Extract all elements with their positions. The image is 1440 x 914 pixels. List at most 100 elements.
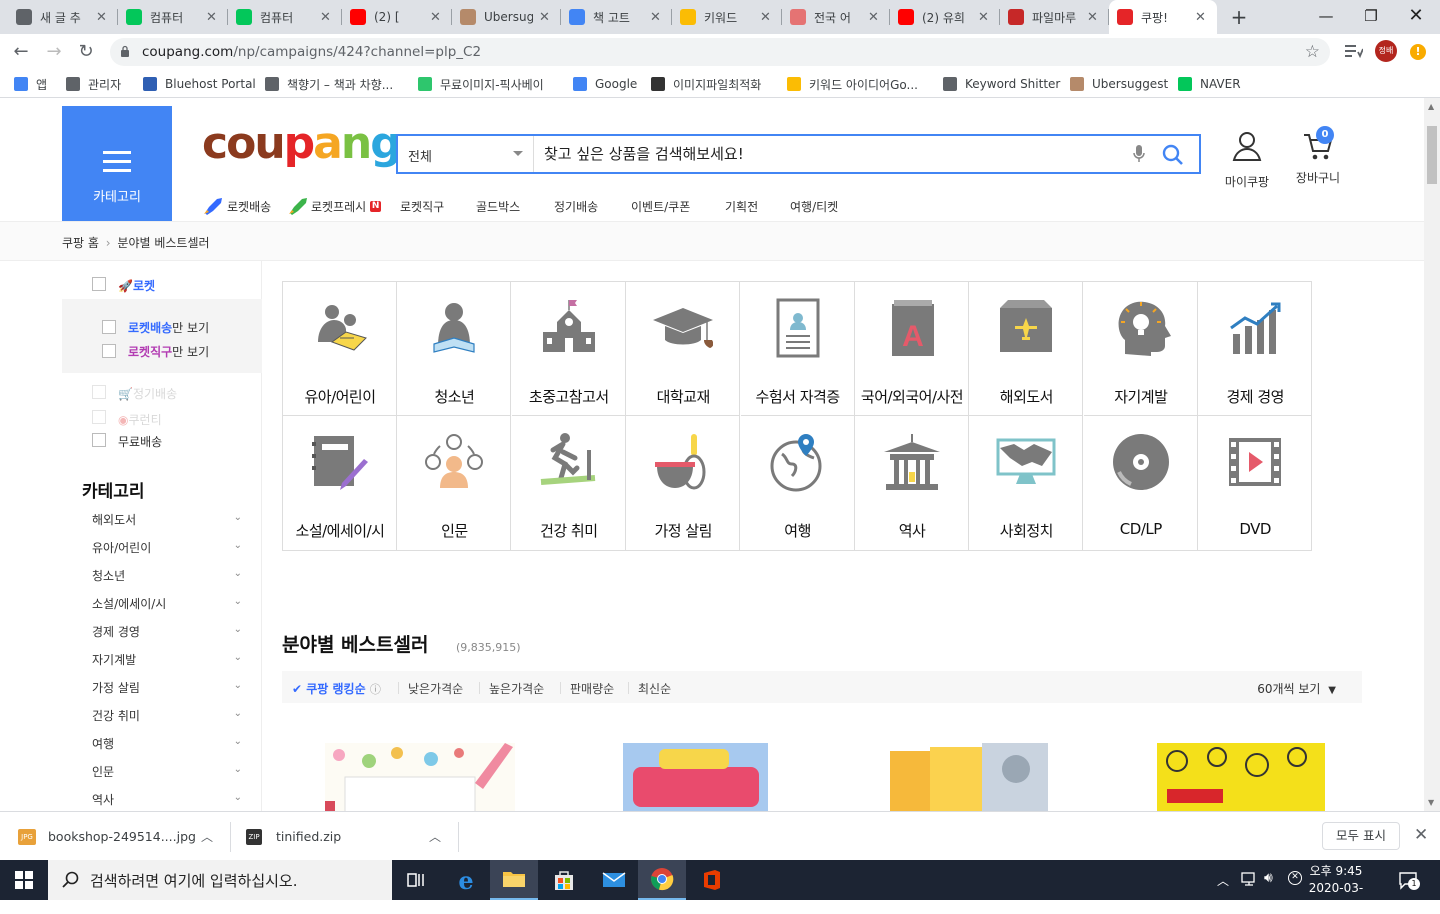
my-coupang-button[interactable]: 마이쿠팡 — [1222, 130, 1272, 190]
scrollbar-thumb[interactable] — [1427, 126, 1437, 184]
info-icon[interactable]: ⓘ — [370, 683, 381, 696]
sort-low-price[interactable]: 낮은가격순 — [408, 680, 463, 697]
chevron-up-icon[interactable]: ︿ — [201, 828, 213, 845]
category-tile[interactable]: 해외도서 — [969, 282, 1084, 416]
subscription-checkbox[interactable] — [92, 385, 106, 399]
download-item-tinified[interactable]: ZIP tinified.zip ︿ — [246, 812, 456, 861]
gnb-subscription[interactable]: 정기배송 — [554, 196, 598, 216]
browser-tab[interactable]: (2) 유희 ✕ — [890, 0, 1000, 34]
search-icon[interactable] — [1162, 144, 1184, 166]
chevron-down-icon[interactable]: ⌄ — [234, 736, 242, 747]
browser-tab[interactable]: 새 글 추 ✕ — [8, 0, 118, 34]
search-scope-select[interactable]: 전체 — [398, 136, 534, 172]
chevron-down-icon[interactable]: ⌄ — [234, 764, 242, 775]
store-taskbar-button[interactable] — [540, 860, 588, 900]
scroll-down-arrow[interactable]: ▼ — [1428, 798, 1434, 807]
taskbar-clock[interactable]: 오후 9:45 2020-03-12 — [1306, 863, 1366, 914]
bookmark-item[interactable]: 이미지파일최적화 — [651, 75, 761, 93]
bookmark-item[interactable]: Bluehost Portal — [143, 75, 256, 93]
sidebar-category-item[interactable]: 소설/에세이/시 ⌄ — [92, 595, 242, 615]
category-tile[interactable]: CD/LP — [1084, 416, 1198, 550]
sidebar-category-item[interactable]: 가정 살림 ⌄ — [92, 679, 242, 699]
sort-sales-volume[interactable]: 판매량순 — [570, 680, 614, 697]
category-tile[interactable]: 여행 — [741, 416, 855, 550]
browser-tab[interactable]: 쿠팡! ✕ — [1109, 0, 1217, 34]
sidebar-category-item[interactable]: 유아/어린이 ⌄ — [92, 539, 242, 559]
category-tile[interactable]: 수험서 자격증 — [740, 282, 855, 416]
chevron-down-icon[interactable]: ⌄ — [234, 624, 242, 635]
rocket-direct-checkbox[interactable] — [102, 344, 116, 358]
chevron-down-icon[interactable]: ⌄ — [234, 708, 242, 719]
close-download-shelf-icon[interactable]: ✕ — [1414, 825, 1428, 845]
close-tab-icon[interactable]: ✕ — [760, 10, 774, 25]
back-button[interactable]: ← — [10, 41, 32, 63]
gnb-rocket-direct[interactable]: 로켓직구 — [400, 196, 444, 216]
edge-taskbar-button[interactable]: e — [442, 860, 490, 900]
chevron-down-icon[interactable]: ⌄ — [234, 596, 242, 607]
taskbar-search-box[interactable]: 검색하려면 여기에 입력하십시오. — [48, 860, 392, 900]
sidebar-category-item[interactable]: 해외도서 ⌄ — [92, 511, 242, 531]
forward-button[interactable]: → — [43, 41, 65, 63]
show-all-downloads-button[interactable]: 모두 표시 — [1322, 822, 1400, 850]
browser-tab[interactable]: 컴퓨터 ✕ — [118, 0, 228, 34]
search-input[interactable] — [544, 141, 1104, 167]
file-explorer-taskbar-button[interactable] — [490, 860, 538, 900]
microphone-icon[interactable] — [1132, 144, 1146, 164]
sidebar-category-item[interactable]: 여행 ⌄ — [92, 735, 242, 755]
close-tab-icon[interactable]: ✕ — [1087, 10, 1101, 25]
gnb-travel-tickets[interactable]: 여행/티켓 — [790, 196, 838, 216]
gnb-rocket-fresh[interactable]: 로켓프레시 N — [287, 196, 382, 216]
rocket-checkbox[interactable] — [92, 277, 106, 291]
restore-button[interactable]: ❐ — [1351, 4, 1391, 28]
browser-tab[interactable]: 책 고트 ✕ — [561, 0, 672, 34]
reading-list-icon[interactable] — [1343, 42, 1364, 64]
bookmark-item[interactable]: 관리자 — [66, 75, 121, 93]
sidebar-category-item[interactable]: 경제 경영 ⌄ — [92, 623, 242, 643]
profile-avatar[interactable]: 정배 — [1375, 40, 1397, 62]
update-alert-icon[interactable]: ! — [1410, 44, 1426, 60]
browser-tab[interactable]: (2) [✕ — [342, 0, 452, 34]
category-tile[interactable]: 가정 살림 — [626, 416, 741, 550]
chevron-up-icon[interactable]: ︿ — [429, 828, 441, 845]
bookmark-item[interactable]: 앱 — [14, 75, 47, 93]
category-tile[interactable]: 청소년 — [397, 282, 512, 416]
category-tile[interactable]: 경제 경영 — [1198, 282, 1313, 416]
category-tile[interactable]: 사회정치 — [969, 416, 1084, 550]
chrome-taskbar-button[interactable] — [638, 860, 686, 900]
scroll-up-arrow[interactable]: ▲ — [1428, 102, 1434, 111]
volume-icon[interactable]: 🔊︎ — [1264, 870, 1273, 886]
bookmark-star-icon[interactable]: ☆ — [1305, 42, 1320, 62]
category-tile[interactable]: DVD — [1198, 416, 1312, 550]
close-tab-icon[interactable]: ✕ — [206, 10, 220, 25]
close-tab-icon[interactable]: ✕ — [1195, 10, 1209, 25]
category-tile[interactable]: 대학교재 — [626, 282, 741, 416]
close-tab-icon[interactable]: ✕ — [650, 10, 664, 25]
browser-tab[interactable]: 전국 어 ✕ — [782, 0, 890, 34]
rocket-delivery-checkbox[interactable] — [102, 320, 116, 334]
close-tab-icon[interactable]: ✕ — [978, 10, 992, 25]
coupang-logo[interactable]: coupang — [202, 118, 402, 169]
reload-button[interactable]: ↻ — [75, 41, 97, 63]
breadcrumb-home-link[interactable]: 쿠팡 홈 — [62, 236, 99, 250]
network-icon[interactable] — [1240, 870, 1258, 892]
bookmark-item[interactable]: Ubersuggest — [1070, 75, 1168, 93]
browser-tab[interactable]: 컴퓨터 ✕ — [228, 0, 342, 34]
minimize-button[interactable]: — — [1306, 4, 1346, 28]
close-tab-icon[interactable]: ✕ — [430, 10, 444, 25]
category-tile[interactable]: 건강 취미 — [512, 416, 626, 550]
chevron-down-icon[interactable]: ⌄ — [234, 568, 242, 579]
sidebar-category-item[interactable]: 청소년 ⌄ — [92, 567, 242, 587]
category-tile[interactable]: 자기계발 — [1083, 282, 1198, 416]
chevron-down-icon[interactable]: ⌄ — [234, 652, 242, 663]
product-thumbnail[interactable] — [325, 743, 515, 811]
browser-tab[interactable]: 파일마루 ✕ — [1000, 0, 1109, 34]
product-thumbnail[interactable] — [623, 743, 768, 811]
sidebar-category-item[interactable]: 인문 ⌄ — [92, 763, 242, 783]
sidebar-category-item[interactable]: 역사 ⌄ — [92, 791, 242, 811]
page-scrollbar[interactable]: ▲ ▼ — [1424, 98, 1440, 811]
per-page-select[interactable]: 60개씩 보기 ▼ — [1257, 680, 1336, 697]
download-item-bookshop[interactable]: JPG bookshop-249514....jpg ︿ — [18, 812, 228, 861]
sidebar-category-item[interactable]: 자기계발 ⌄ — [92, 651, 242, 671]
sort-coupang-ranking[interactable]: ✔ 쿠팡 랭킹순 ⓘ — [292, 680, 381, 697]
gnb-exhibitions[interactable]: 기획전 — [725, 196, 758, 216]
